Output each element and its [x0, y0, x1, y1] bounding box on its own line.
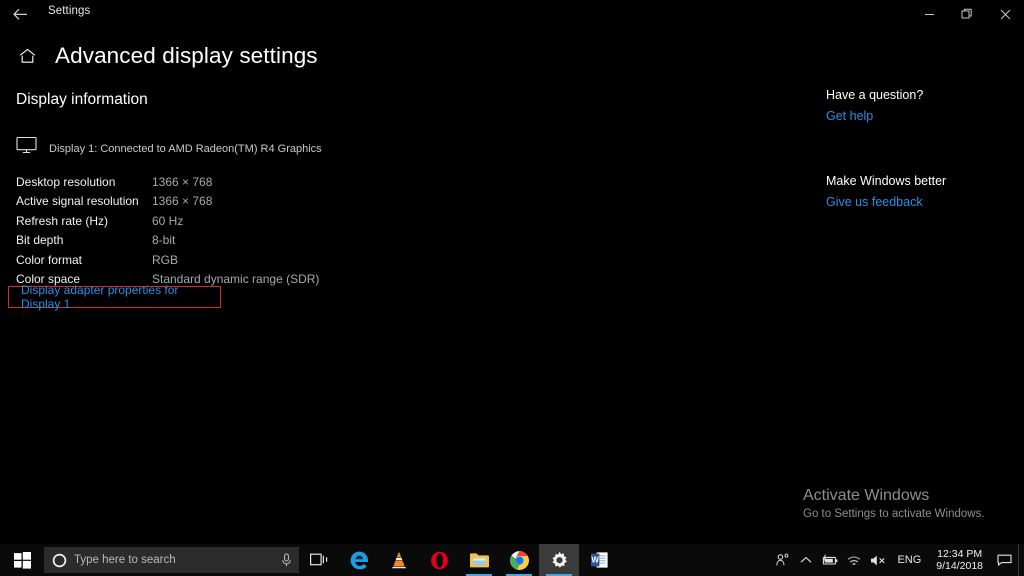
chevron-up-icon — [800, 556, 812, 565]
clock-date: 9/14/2018 — [936, 560, 983, 572]
taskbar-item-task-view[interactable] — [299, 544, 339, 576]
spec-row: Bit depth 8-bit — [16, 231, 319, 251]
feedback-heading: Make Windows better — [826, 174, 1016, 188]
settings-window: Settings — [0, 0, 1024, 576]
windows-start-icon — [14, 552, 31, 569]
taskbar-item-vlc-media-player[interactable] — [379, 544, 419, 576]
spec-value: RGB — [152, 253, 178, 267]
start-button[interactable] — [0, 544, 44, 576]
battery-button[interactable] — [818, 544, 842, 576]
watermark-subtitle: Go to Settings to activate Windows. — [803, 508, 985, 520]
action-center-icon — [997, 553, 1012, 567]
home-button[interactable] — [16, 48, 38, 64]
taskbar-item-microsoft-edge[interactable] — [339, 544, 379, 576]
taskbar-item-opera-browser[interactable] — [419, 544, 459, 576]
back-arrow-icon — [13, 8, 28, 21]
display-adapter-properties-link[interactable]: Display adapter properties for Display 1 — [21, 283, 220, 311]
window-controls — [910, 0, 1024, 28]
spec-value: 8-bit — [152, 233, 175, 247]
word-icon: W — [590, 551, 609, 569]
display-specs-list: Desktop resolution 1366 × 768 Active sig… — [16, 172, 319, 289]
minimize-icon — [924, 9, 935, 20]
watermark-title: Activate Windows — [803, 487, 985, 505]
cortana-button[interactable] — [44, 553, 74, 568]
spec-label: Bit depth — [16, 233, 152, 247]
close-icon — [1000, 9, 1011, 20]
clock-time: 12:34 PM — [936, 548, 983, 560]
back-button[interactable] — [8, 3, 32, 25]
section-title: Display information — [16, 91, 148, 109]
search-input[interactable]: Type here to search — [74, 554, 273, 566]
title-bar: Settings — [0, 0, 1024, 28]
opera-icon — [430, 551, 449, 570]
give-feedback-link[interactable]: Give us feedback — [826, 195, 1016, 209]
spec-row: Refresh rate (Hz) 60 Hz — [16, 211, 319, 231]
cortana-circle-icon — [52, 553, 67, 568]
task-view-icon — [310, 552, 329, 568]
battery-charging-icon — [821, 554, 839, 567]
display-identity-text: Display 1: Connected to AMD Radeon(TM) R… — [49, 143, 322, 156]
spec-value: 1366 × 768 — [152, 194, 212, 208]
spec-label: Active signal resolution — [16, 194, 152, 208]
spec-row: Color format RGB — [16, 250, 319, 270]
vlc-cone-icon — [389, 550, 409, 570]
home-icon — [19, 48, 36, 64]
spec-value: 60 Hz — [152, 214, 183, 228]
show-hidden-icons-button[interactable] — [794, 544, 818, 576]
network-button[interactable] — [842, 544, 866, 576]
system-tray: ENG 12:34 PM 9/14/2018 — [770, 544, 1024, 576]
restore-icon — [961, 8, 973, 20]
spec-row: Active signal resolution 1366 × 768 — [16, 192, 319, 212]
edge-icon — [349, 550, 370, 571]
get-help-link[interactable]: Get help — [826, 109, 1016, 123]
svg-text:W: W — [591, 556, 599, 565]
restore-button[interactable] — [948, 0, 986, 28]
page-title: Advanced display settings — [55, 43, 318, 69]
wifi-icon — [846, 554, 862, 567]
clock[interactable]: 12:34 PM 9/14/2018 — [928, 548, 991, 573]
minimize-button[interactable] — [910, 0, 948, 28]
help-heading: Have a question? — [826, 88, 1016, 102]
microphone-button[interactable] — [273, 553, 299, 567]
window-title: Settings — [48, 5, 90, 17]
taskbar-item-file-explorer[interactable] — [459, 544, 499, 576]
show-desktop-button[interactable] — [1018, 544, 1024, 576]
spec-label: Refresh rate (Hz) — [16, 214, 152, 228]
spec-label: Desktop resolution — [16, 175, 152, 189]
display-identity-row: Display 1: Connected to AMD Radeon(TM) R… — [16, 134, 322, 156]
taskbar-item-google-chrome[interactable] — [499, 544, 539, 576]
people-button[interactable] — [770, 544, 794, 576]
gear-icon — [550, 551, 569, 570]
people-icon — [775, 553, 790, 567]
search-box[interactable]: Type here to search — [44, 547, 299, 573]
monitor-icon-wrap — [16, 134, 40, 156]
right-rail: Have a question? Get help Make Windows b… — [826, 88, 1016, 209]
spec-row: Desktop resolution 1366 × 768 — [16, 172, 319, 192]
volume-button[interactable] — [866, 544, 890, 576]
activation-watermark: Activate Windows Go to Settings to activ… — [803, 487, 985, 520]
taskbar: Type here to search — [0, 544, 1024, 576]
folder-icon — [469, 551, 490, 569]
language-indicator[interactable]: ENG — [890, 554, 928, 566]
taskbar-item-microsoft-word[interactable]: W — [579, 544, 619, 576]
chrome-icon — [509, 550, 530, 571]
adapter-link-highlight: Display adapter properties for Display 1 — [8, 286, 221, 308]
monitor-icon — [16, 136, 37, 154]
volume-muted-icon — [870, 554, 887, 567]
taskbar-item-settings[interactable] — [539, 544, 579, 576]
page-header: Advanced display settings — [0, 38, 1024, 74]
action-center-button[interactable] — [991, 544, 1018, 576]
close-button[interactable] — [986, 0, 1024, 28]
spec-value: 1366 × 768 — [152, 175, 212, 189]
microphone-icon — [280, 553, 293, 567]
spec-label: Color format — [16, 253, 152, 267]
